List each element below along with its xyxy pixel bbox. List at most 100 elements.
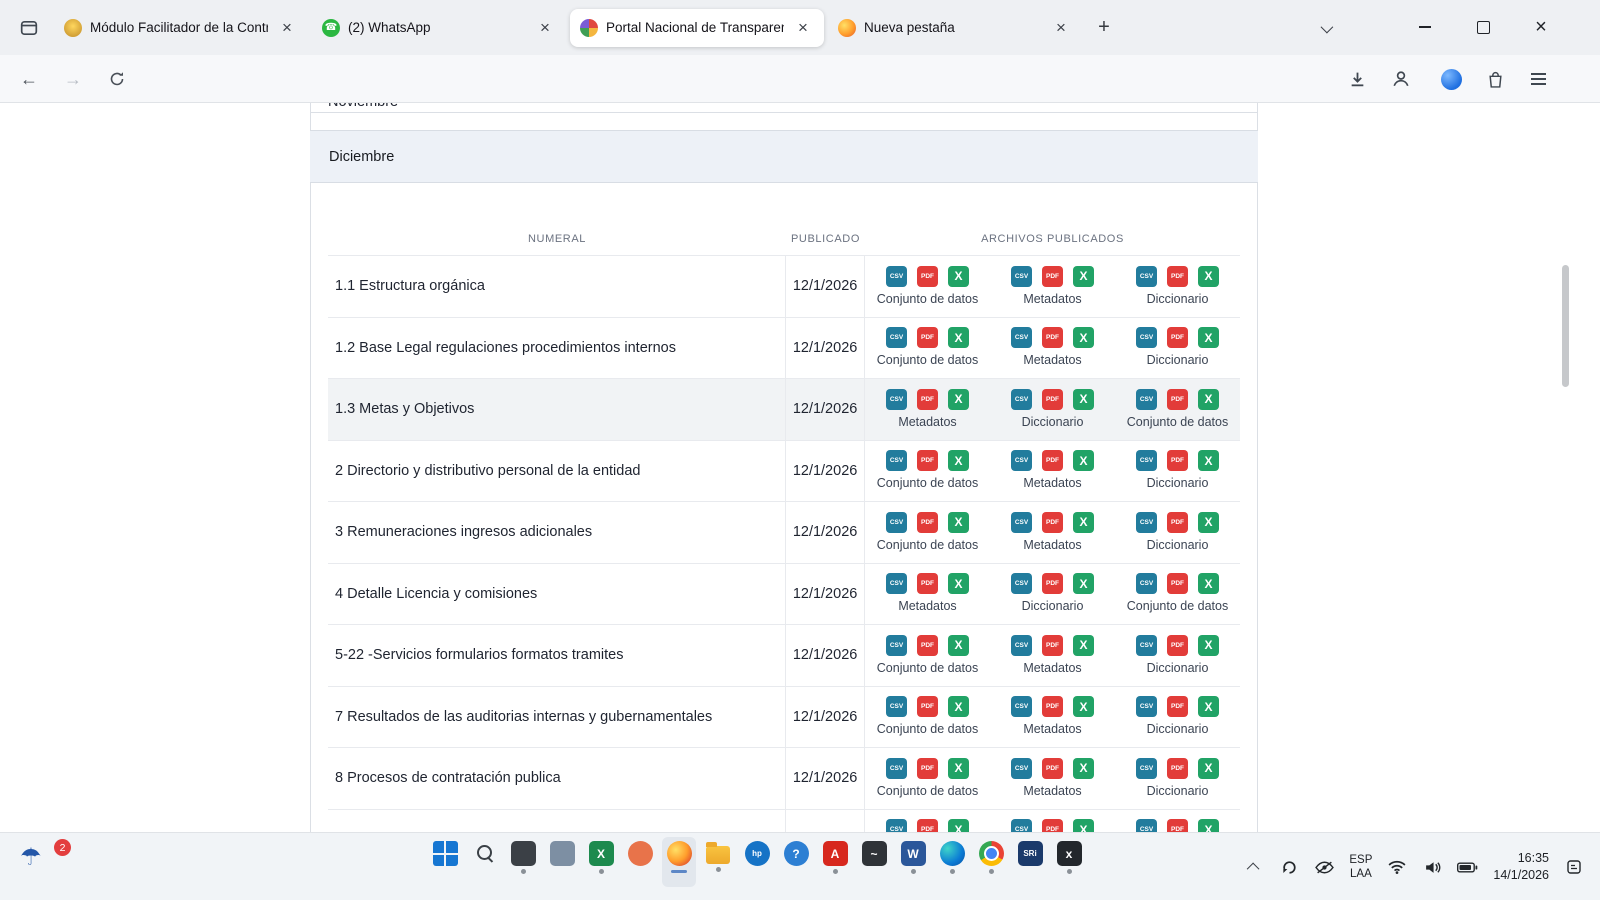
tab-close-icon[interactable] [1050, 17, 1072, 39]
pdf-file-icon[interactable]: PDF [917, 327, 938, 348]
csv-file-icon[interactable]: CSV [1136, 635, 1157, 656]
blue-extension-icon[interactable] [1434, 62, 1468, 96]
xls-file-icon[interactable]: X [948, 266, 969, 287]
pdf-file-icon[interactable]: PDF [917, 573, 938, 594]
xls-file-icon[interactable]: X [948, 327, 969, 348]
taskbar-excel-icon[interactable]: X [584, 837, 618, 887]
tab-close-icon[interactable] [276, 17, 298, 39]
pdf-file-icon[interactable]: PDF [917, 450, 938, 471]
tab-contraloria[interactable]: Módulo Facilitador de la Contra [54, 9, 308, 47]
back-button[interactable] [12, 62, 46, 96]
tab-whatsapp[interactable]: (2) WhatsApp [312, 9, 566, 47]
xls-file-icon[interactable]: X [1073, 635, 1094, 656]
tab-portal-transparencia[interactable]: Portal Nacional de Transparenci [570, 9, 824, 47]
pdf-file-icon[interactable]: PDF [1042, 635, 1063, 656]
taskbar-word-icon[interactable]: W [896, 837, 930, 887]
tab-nueva-pestana[interactable]: Nueva pestaña [828, 9, 1082, 47]
xls-file-icon[interactable]: X [1073, 573, 1094, 594]
xls-file-icon[interactable]: X [1073, 696, 1094, 717]
taskbar-hp-icon[interactable]: hp [740, 837, 774, 887]
csv-file-icon[interactable]: CSV [1011, 512, 1032, 533]
taskbar-x-app-icon[interactable]: x [1052, 837, 1086, 887]
xls-file-icon[interactable]: X [1198, 327, 1219, 348]
csv-file-icon[interactable]: CSV [1011, 389, 1032, 410]
taskbar-sign-app-icon[interactable]: ~ [857, 837, 891, 887]
pdf-file-icon[interactable]: PDF [1042, 758, 1063, 779]
pdf-file-icon[interactable]: PDF [1167, 696, 1188, 717]
account-icon[interactable] [1384, 62, 1418, 96]
wifi-icon[interactable] [1387, 852, 1407, 882]
xls-file-icon[interactable]: X [948, 819, 969, 832]
clock[interactable]: 16:3514/1/2026 [1493, 850, 1549, 884]
page-scrollbar-thumb[interactable] [1562, 265, 1569, 387]
xls-file-icon[interactable]: X [948, 450, 969, 471]
pdf-file-icon[interactable]: PDF [1167, 758, 1188, 779]
pdf-file-icon[interactable]: PDF [917, 696, 938, 717]
csv-file-icon[interactable]: CSV [886, 819, 907, 832]
csv-file-icon[interactable]: CSV [1136, 758, 1157, 779]
csv-file-icon[interactable]: CSV [886, 758, 907, 779]
xls-file-icon[interactable]: X [1198, 450, 1219, 471]
csv-file-icon[interactable]: CSV [1136, 450, 1157, 471]
pdf-file-icon[interactable]: PDF [1167, 635, 1188, 656]
battery-icon[interactable] [1457, 852, 1478, 882]
eye-slash-icon[interactable] [1314, 852, 1334, 882]
csv-file-icon[interactable]: CSV [886, 635, 907, 656]
csv-file-icon[interactable]: CSV [1011, 450, 1032, 471]
volume-icon[interactable] [1422, 852, 1442, 882]
taskbar-help-icon[interactable]: ? [779, 837, 813, 887]
forward-button[interactable] [56, 62, 90, 96]
pdf-file-icon[interactable]: PDF [917, 819, 938, 832]
xls-file-icon[interactable]: X [1073, 512, 1094, 533]
taskbar-acrobat-icon[interactable]: A [818, 837, 852, 887]
csv-file-icon[interactable]: CSV [886, 450, 907, 471]
csv-file-icon[interactable]: CSV [886, 389, 907, 410]
pdf-file-icon[interactable]: PDF [1042, 573, 1063, 594]
xls-file-icon[interactable]: X [1073, 758, 1094, 779]
pdf-file-icon[interactable]: PDF [1167, 327, 1188, 348]
csv-file-icon[interactable]: CSV [1011, 635, 1032, 656]
pdf-file-icon[interactable]: PDF [917, 389, 938, 410]
csv-file-icon[interactable]: CSV [1011, 696, 1032, 717]
tab-list-chevron-icon[interactable] [1310, 13, 1340, 43]
csv-file-icon[interactable]: CSV [1136, 573, 1157, 594]
taskbar-firefox-icon[interactable] [662, 837, 696, 887]
csv-file-icon[interactable]: CSV [1011, 327, 1032, 348]
taskbar-chrome-icon[interactable] [974, 837, 1008, 887]
csv-file-icon[interactable]: CSV [1136, 819, 1157, 832]
pdf-file-icon[interactable]: PDF [1042, 819, 1063, 832]
csv-file-icon[interactable]: CSV [886, 266, 907, 287]
csv-file-icon[interactable]: CSV [1011, 758, 1032, 779]
csv-file-icon[interactable]: CSV [886, 573, 907, 594]
reload-button[interactable] [100, 62, 134, 96]
csv-file-icon[interactable]: CSV [1136, 696, 1157, 717]
xls-file-icon[interactable]: X [1198, 758, 1219, 779]
csv-file-icon[interactable]: CSV [1136, 389, 1157, 410]
xls-file-icon[interactable]: X [1198, 512, 1219, 533]
xls-file-icon[interactable]: X [948, 635, 969, 656]
taskbar-file-explorer-icon[interactable] [701, 837, 735, 887]
xls-file-icon[interactable]: X [1198, 696, 1219, 717]
pdf-file-icon[interactable]: PDF [1042, 512, 1063, 533]
pdf-file-icon[interactable]: PDF [1042, 327, 1063, 348]
csv-file-icon[interactable]: CSV [1136, 266, 1157, 287]
xls-file-icon[interactable]: X [948, 696, 969, 717]
pdf-file-icon[interactable]: PDF [917, 266, 938, 287]
pdf-file-icon[interactable]: PDF [1042, 696, 1063, 717]
csv-file-icon[interactable]: CSV [886, 512, 907, 533]
taskbar-dark-app-icon[interactable] [506, 837, 540, 887]
pdf-file-icon[interactable]: PDF [1042, 450, 1063, 471]
csv-file-icon[interactable]: CSV [1136, 327, 1157, 348]
csv-file-icon[interactable]: CSV [1136, 512, 1157, 533]
sync-icon[interactable] [1279, 852, 1299, 882]
xls-file-icon[interactable]: X [1198, 389, 1219, 410]
xls-file-icon[interactable]: X [948, 389, 969, 410]
taskbar-office-icon[interactable] [623, 837, 657, 887]
firefox-view-icon[interactable] [12, 11, 46, 45]
csv-file-icon[interactable]: CSV [1011, 819, 1032, 832]
hidden-icons-chevron-icon[interactable] [1244, 852, 1264, 882]
pdf-file-icon[interactable]: PDF [917, 758, 938, 779]
menu-hamburger-icon[interactable] [1521, 62, 1555, 96]
pdf-file-icon[interactable]: PDF [1167, 819, 1188, 832]
tab-close-icon[interactable] [534, 17, 556, 39]
